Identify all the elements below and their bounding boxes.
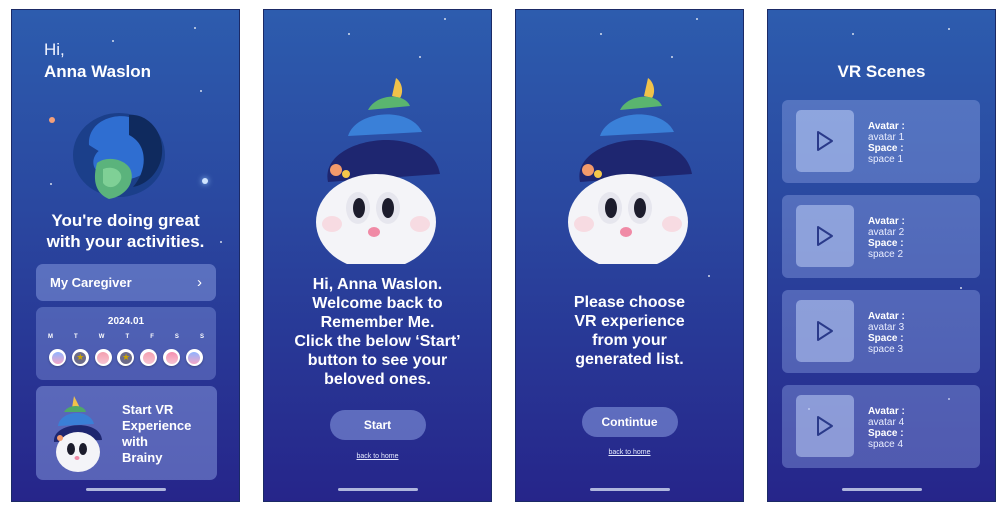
badge-row: ★ ★: [49, 349, 203, 366]
star: [194, 27, 196, 29]
user-name: Anna Waslon: [44, 62, 152, 81]
brain-illustration: [73, 113, 165, 199]
scene-info: Avatar : avatar 1 Space : space 1: [868, 121, 905, 165]
space-label: Space :: [868, 333, 904, 344]
play-icon: [817, 226, 833, 246]
start-vr-card[interactable]: Start VR Experience with Brainy: [36, 386, 217, 480]
back-to-home-link[interactable]: back to home: [264, 453, 491, 460]
vr-scenes-screen: VR Scenes Avatar : avatar 1 Space : spac…: [767, 9, 996, 502]
avatar-value: avatar 2: [868, 227, 905, 238]
star: [200, 90, 202, 92]
play-button[interactable]: [796, 300, 854, 362]
choose-vr-screen: Please choose VR experience from your ge…: [515, 9, 744, 502]
activity-calendar: 2024.01 M T W T F S S ★ ★: [36, 307, 216, 380]
space-value: space 2: [868, 249, 904, 260]
space-label: Space :: [868, 238, 904, 249]
brainy-mascot-icon: [316, 78, 440, 264]
avatar-value: avatar 3: [868, 322, 905, 333]
home-indicator: [841, 488, 922, 491]
star: [948, 28, 950, 30]
weekday-label: S: [199, 334, 204, 340]
sticker-badge-icon[interactable]: [94, 349, 112, 366]
brainy-mascot-icon: [568, 78, 692, 264]
space-value: space 1: [868, 154, 904, 165]
weekday-label: W: [98, 334, 105, 340]
home-indicator: [85, 488, 166, 491]
home-indicator: [337, 488, 418, 491]
avatar-label: Avatar :: [868, 311, 905, 322]
weekday-label: F: [150, 334, 154, 340]
space-label: Space :: [868, 143, 904, 154]
avatar-value: avatar 4: [868, 417, 905, 428]
start-vr-label: Start VR Experience with Brainy: [122, 402, 192, 465]
welcome-screen: Hi, Anna Waslon. Welcome back to Remembe…: [263, 9, 492, 502]
star-badge-icon[interactable]: ★: [71, 349, 89, 366]
avatar-label: Avatar :: [868, 216, 905, 227]
page-title: VR Scenes: [837, 62, 926, 81]
weekday-label: T: [74, 334, 78, 340]
space-value: space 4: [868, 439, 904, 450]
back-to-home-link[interactable]: back to home: [516, 449, 743, 456]
star: [671, 56, 673, 58]
brainy-mascot-icon: [53, 396, 102, 472]
weekday-label: T: [125, 334, 130, 340]
star: [600, 33, 602, 35]
star: [960, 287, 962, 289]
greeting: Hi,: [44, 40, 65, 59]
weekday-label: S: [174, 334, 179, 340]
caregiver-label: My Caregiver: [50, 275, 132, 290]
scene-info: Avatar : avatar 3 Space : space 3: [868, 311, 905, 355]
scene-card[interactable]: Avatar : avatar 3 Space : space 3: [782, 290, 980, 373]
home-indicator: [589, 488, 670, 491]
star: [852, 33, 854, 35]
my-caregiver-button[interactable]: My Caregiver ›: [36, 264, 216, 301]
star-badge-icon[interactable]: ★: [117, 349, 135, 366]
scene-card[interactable]: Avatar : avatar 4 Space : space 4: [782, 385, 980, 468]
avatar-label: Avatar :: [868, 406, 905, 417]
avatar-label: Avatar :: [868, 121, 905, 132]
continue-button[interactable]: Contintue: [581, 407, 678, 437]
scene-card[interactable]: Avatar : avatar 2 Space : space 2: [782, 195, 980, 278]
star: [708, 275, 710, 277]
sticker-badge-icon[interactable]: [163, 349, 181, 366]
scene-info: Avatar : avatar 2 Space : space 2: [868, 216, 905, 260]
star: [50, 183, 52, 185]
glow-dot: [202, 178, 208, 184]
choose-message: Please choose VR experience from your ge…: [573, 294, 686, 368]
play-button[interactable]: [796, 395, 854, 457]
sticker-badge-icon[interactable]: [185, 349, 203, 366]
home-screen: Hi, Anna Waslon You're doing great with …: [11, 9, 240, 502]
play-icon: [817, 416, 833, 436]
sticker-badge-icon[interactable]: [140, 349, 158, 366]
star: [348, 33, 350, 35]
star: [419, 56, 421, 58]
play-button[interactable]: [796, 205, 854, 267]
encouragement-text: You're doing great with your activities.: [46, 211, 205, 251]
play-button[interactable]: [796, 110, 854, 172]
play-icon: [817, 321, 833, 341]
play-icon: [817, 131, 833, 151]
start-button[interactable]: Start: [329, 410, 426, 440]
welcome-message: Hi, Anna Waslon. Welcome back to Remembe…: [294, 276, 461, 388]
calendar-month: 2024.01: [107, 316, 145, 327]
star: [112, 40, 114, 42]
scene-info: Avatar : avatar 4 Space : space 4: [868, 406, 905, 450]
chevron-right-icon: ›: [197, 274, 202, 291]
scene-card[interactable]: Avatar : avatar 1 Space : space 1: [782, 100, 980, 183]
sticker-badge-icon[interactable]: [49, 349, 66, 366]
star: [696, 18, 698, 20]
avatar-value: avatar 1: [868, 132, 905, 143]
space-value: space 3: [868, 344, 904, 355]
star: [444, 18, 446, 20]
weekday-label: M: [48, 334, 53, 340]
planet-dot: [49, 117, 55, 123]
weekday-row: M T W T F S S: [48, 334, 204, 340]
space-label: Space :: [868, 428, 904, 439]
